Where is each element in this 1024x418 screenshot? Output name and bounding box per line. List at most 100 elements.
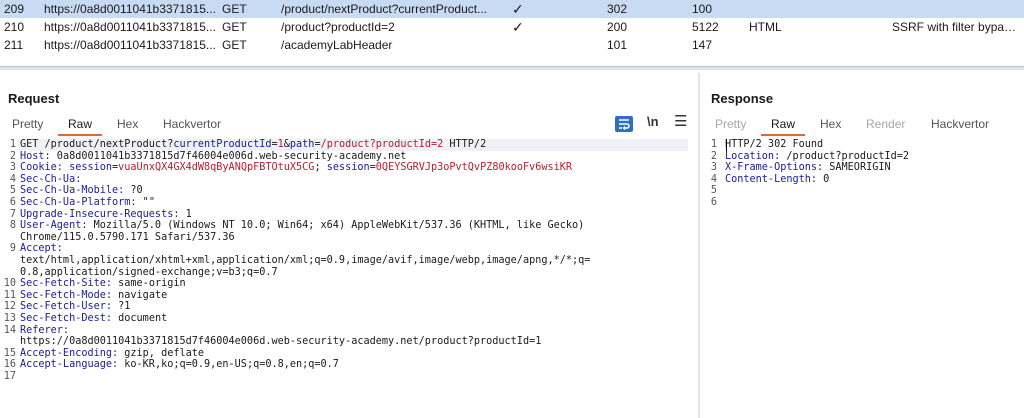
line-number: 13 <box>3 313 16 324</box>
token-text: HTTP/2 302 Found <box>725 139 824 150</box>
code-line: Sec-Fetch-Dest: document <box>20 313 167 325</box>
menu-icon[interactable]: ☰ <box>674 112 687 130</box>
token-key: Sec-Ch-Ua-Platform: <box>20 197 137 208</box>
row-length: 5122 <box>692 20 719 34</box>
line-number: 9 <box>9 243 16 255</box>
token-text: navigate <box>112 289 168 301</box>
row-status: 200 <box>607 20 628 34</box>
token-key: Sec-Ch-Ua: <box>20 173 82 185</box>
request-pane-title: Request <box>8 91 60 106</box>
token-value: vuaUnxQX4GX4dW8qByANQpFBTOtuX5CG <box>118 162 315 174</box>
row-host: https://0a8d0011041b3371815... <box>44 38 216 52</box>
code-line: Content-Length: 0 <box>725 174 829 186</box>
row-method: GET <box>222 38 247 52</box>
request-editor[interactable]: 1 GET /product/nextProduct?currentProduct… <box>0 139 696 418</box>
row-status: 302 <box>607 2 628 16</box>
tab-pretty[interactable]: Pretty <box>12 116 43 132</box>
token-text: gzip, deflate <box>118 347 205 359</box>
token-key: Content-Length: <box>725 173 818 185</box>
row-method: GET <box>222 20 247 34</box>
history-row[interactable]: 210 https://0a8d0011041b3371815... GET /… <box>0 18 1024 36</box>
row-number: 209 <box>4 2 25 16</box>
history-row[interactable]: 209 https://0a8d0011041b3371815... GET /… <box>0 0 1024 18</box>
line-number: 1 <box>9 139 16 150</box>
line-number: 3 <box>710 162 717 174</box>
token-text: GET /product/nextProduct? <box>20 139 174 150</box>
tab-render[interactable]: Render <box>866 116 905 132</box>
tab-pretty[interactable]: Pretty <box>715 116 746 132</box>
line-number: 11 <box>3 289 16 301</box>
token-key: Cookie: <box>20 162 63 174</box>
token-key: Accept-Language: <box>20 359 119 371</box>
code-line: Sec-Ch-Ua-Platform: "" <box>20 197 155 209</box>
token-text: HTTP/2 <box>443 139 487 150</box>
token-text: Chrome/115.0.5790.171 Safari/537.36 <box>20 231 235 243</box>
token-key: Upgrade-Insecure-Requests: <box>20 208 180 220</box>
wrap-lines-icon[interactable] <box>615 116 633 132</box>
tab-hackvertor[interactable]: Hackvertor <box>931 116 989 132</box>
tab-raw[interactable]: Raw <box>57 116 103 136</box>
row-status: 101 <box>607 38 628 52</box>
code-line: Cookie: session=vuaUnxQX4GX4dW8qByANQpFB… <box>20 162 572 174</box>
line-number: 2 <box>9 150 16 162</box>
row-method: GET <box>222 2 247 16</box>
show-newlines-button[interactable]: \n <box>647 114 659 129</box>
row-url: /academyLabHeader <box>281 38 393 52</box>
line-number: 6 <box>710 197 717 208</box>
line-number: 6 <box>9 197 16 208</box>
token-text: ?1 <box>112 301 131 313</box>
row-length: 147 <box>692 38 713 52</box>
token-key: currentProductId <box>173 139 272 150</box>
token-text: ko-KR,ko;q=0.9,en-US;q=0.8,en;q=0.7 <box>118 359 339 371</box>
edited-check-icon: ✓ <box>512 19 524 35</box>
response-editor[interactable]: 1 HTTP/2 302 Found 2 Location: /product?pro… <box>703 139 1023 418</box>
tab-raw[interactable]: Raw <box>760 116 806 136</box>
line-number: 4 <box>9 173 16 185</box>
token-text: 0a8d0011041b3371815d7f46004e006d.web-sec… <box>50 150 407 162</box>
code-line: Host: 0a8d0011041b3371815d7f46004e006d.w… <box>20 151 406 163</box>
tab-hackvertor[interactable]: Hackvertor <box>163 116 221 132</box>
code-line: Sec-Fetch-Site: same-origin <box>20 278 186 290</box>
token-key: session <box>69 162 113 174</box>
row-title: SSRF with filter bypass ... <box>892 20 1022 34</box>
proxy-history-table: 209 https://0a8d0011041b3371815... GET /… <box>0 0 1024 56</box>
token-key: Accept-Encoding: <box>20 347 119 359</box>
token-key: Sec-Ch-Ua-Mobile: <box>20 185 125 197</box>
code-line: Referer: <box>20 325 69 337</box>
token-value: 0QEYSGRVJp3oPvtQvPZ80kooFv6wsiKR <box>375 162 573 174</box>
line-number: 7 <box>9 208 16 220</box>
code-line: Sec-Ch-Ua-Mobile: ?0 <box>20 185 143 197</box>
line-number: 14 <box>3 324 16 336</box>
row-mime: HTML <box>749 20 782 34</box>
tab-hex[interactable]: Hex <box>820 116 841 132</box>
pane-splitter-horizontal[interactable] <box>0 66 1024 70</box>
tab-hex[interactable]: Hex <box>117 116 138 132</box>
token-key: Accept: <box>20 243 63 255</box>
token-text: ; <box>314 162 327 174</box>
code-line: Upgrade-Insecure-Requests: 1 <box>20 209 192 221</box>
token-text: "" <box>136 197 155 208</box>
token-key: Sec-Fetch-Mode: <box>20 289 113 301</box>
row-url: /product/nextProduct?currentProduct... <box>281 2 488 16</box>
history-row[interactable]: 211 https://0a8d0011041b3371815... GET /… <box>0 36 1024 54</box>
row-host: https://0a8d0011041b3371815... <box>44 2 216 16</box>
token-key: Sec-Fetch-Dest: <box>20 313 113 324</box>
line-number: 4 <box>710 173 717 185</box>
response-tabs: Pretty Raw Hex Render Hackvertor <box>700 116 1024 136</box>
token-key: Host: <box>20 150 51 162</box>
code-line: text/html,application/xhtml+xml,applicat… <box>20 255 590 267</box>
line-number: 1 <box>710 139 717 150</box>
code-line: User-Agent: Mozilla/5.0 (Windows NT 10.0… <box>20 220 584 232</box>
token-text: same-origin <box>112 278 186 290</box>
row-url: /product?productId=2 <box>281 20 395 34</box>
token-key: User-Agent: <box>20 220 88 232</box>
code-line: GET /product/nextProduct?currentProductI… <box>20 139 486 151</box>
text-caret <box>726 139 727 151</box>
row-length: 100 <box>692 2 713 16</box>
code-line: Accept-Encoding: gzip, deflate <box>20 348 204 360</box>
line-number: 12 <box>3 301 16 313</box>
token-key: Referer: <box>20 324 70 336</box>
token-key: Sec-Fetch-User: <box>20 301 113 313</box>
token-key: Location: <box>725 150 781 162</box>
request-tabs: Pretty Raw Hex Hackvertor <box>0 116 700 136</box>
